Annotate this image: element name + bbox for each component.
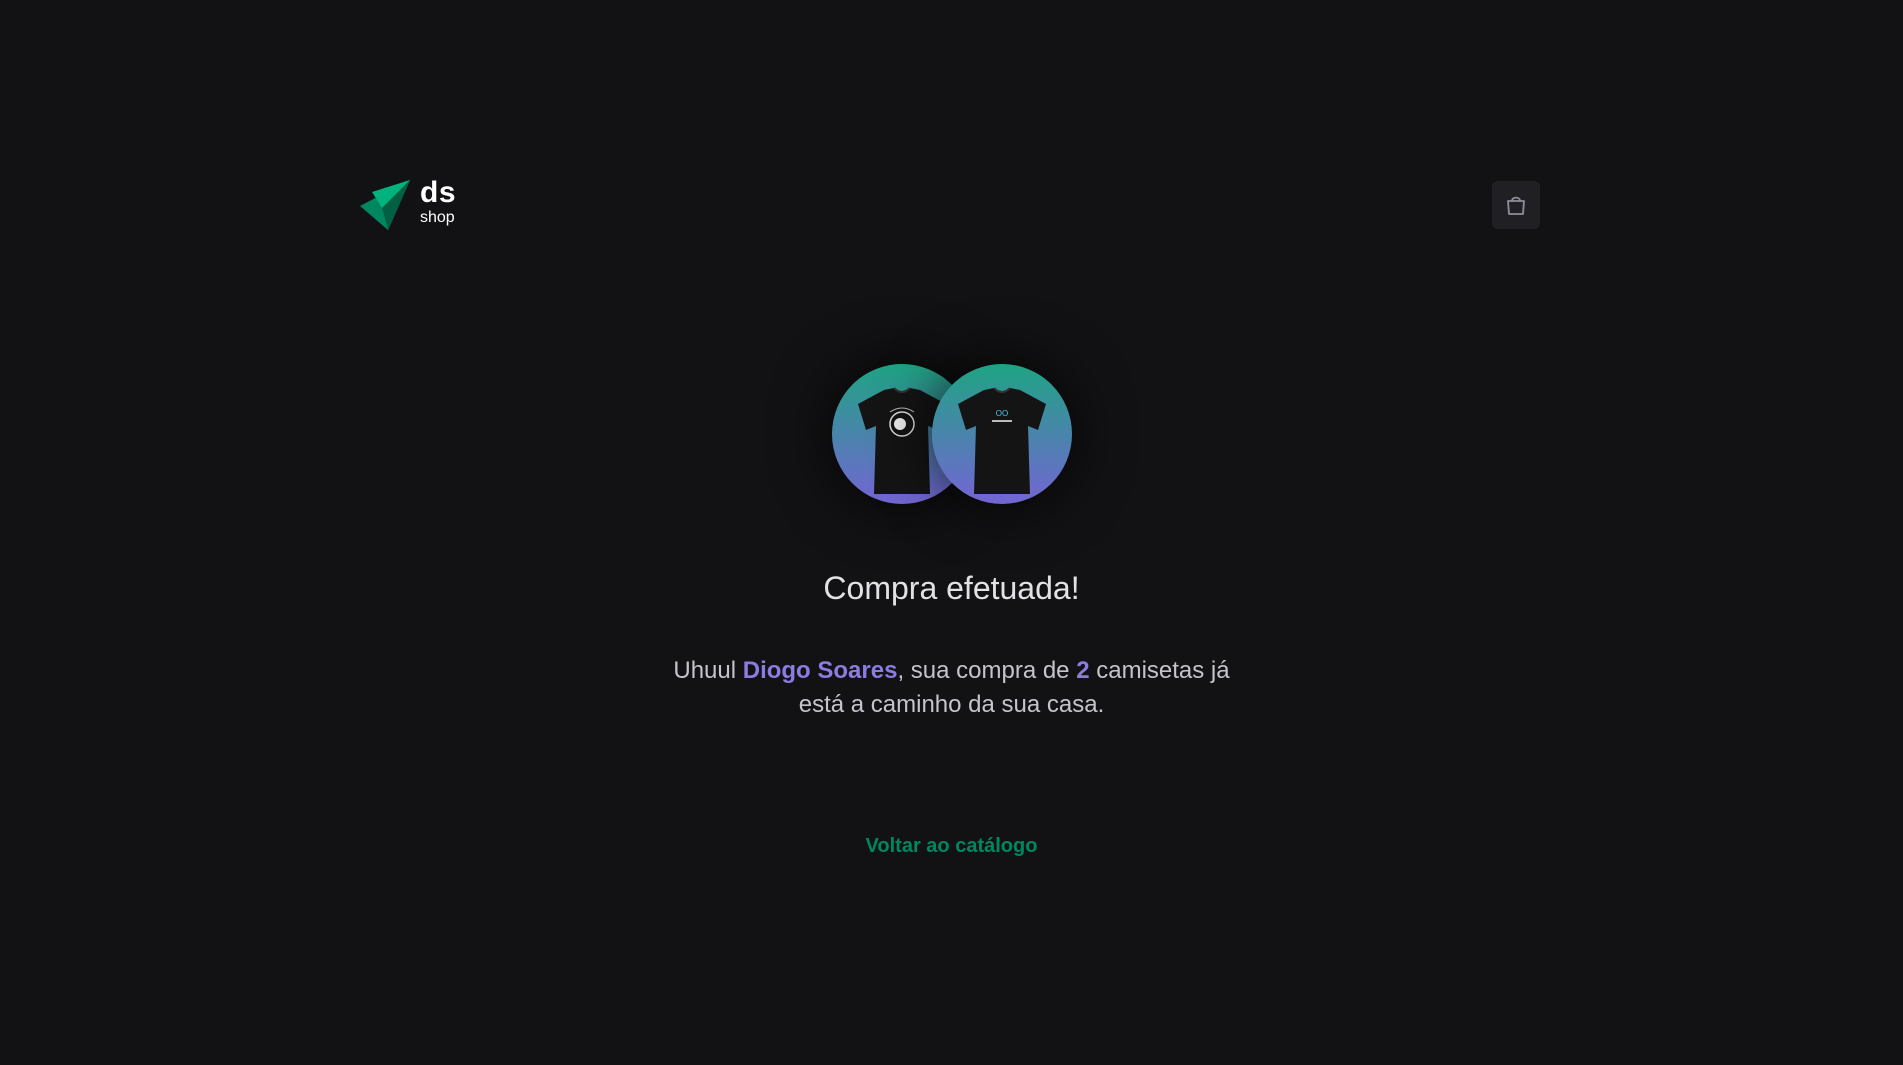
brand-subtitle: shop [420, 209, 455, 226]
success-page: ds shop OO Compra efetuada! Uhuul Diogo … [0, 0, 1903, 1065]
svg-text:OO: OO [995, 409, 1007, 418]
logo-mark-icon [360, 180, 410, 230]
back-to-catalog-link[interactable]: Voltar ao catálogo [866, 835, 1038, 858]
success-message: Uhuul Diogo Soares, sua compra de 2 cami… [672, 654, 1232, 721]
tshirt-icon: OO [957, 387, 1046, 494]
customer-name: Diogo Soares [742, 657, 898, 685]
main-content: OO Compra efetuada! Uhuul Diogo Soares, … [0, 364, 1903, 858]
product-thumbnail: OO [931, 364, 1072, 504]
page-title: Compra efetuada! [823, 570, 1080, 606]
brand-logo[interactable]: ds shop [358, 178, 456, 232]
product-thumbnails: OO [831, 364, 1072, 506]
cart-button[interactable] [1492, 181, 1540, 229]
message-prefix: Uhuul [673, 657, 743, 685]
shopping-bag-icon [1507, 196, 1525, 215]
message-middle: , sua compra de [897, 657, 1077, 685]
logo-text: ds shop [420, 178, 456, 226]
item-quantity: 2 [1076, 657, 1090, 685]
site-header: ds shop [358, 176, 1540, 234]
brand-name: ds [420, 176, 457, 209]
